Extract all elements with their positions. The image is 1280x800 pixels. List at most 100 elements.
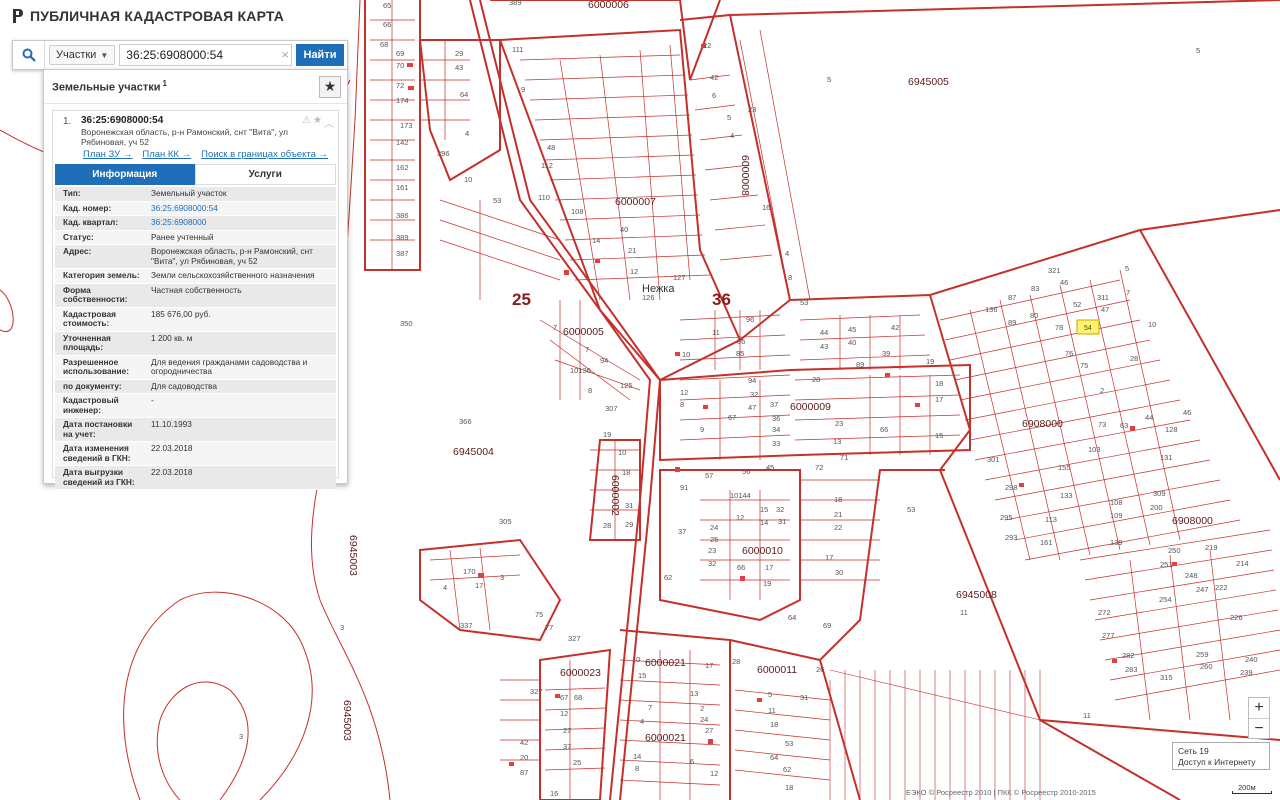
svg-text:282: 282 <box>1122 651 1135 660</box>
info-table: Тип: Земельный участок Кад. номер: 36:25… <box>55 187 336 490</box>
svg-text:7: 7 <box>1126 288 1130 297</box>
svg-text:47: 47 <box>1101 305 1109 314</box>
clear-icon[interactable]: × <box>281 47 289 62</box>
card-icons: ⚠ ★ ︿ <box>302 115 334 130</box>
svg-text:10: 10 <box>632 655 640 664</box>
favorite-button[interactable]: ★ <box>319 75 341 98</box>
info-row-change-date: Дата изменения сведений в ГКН: 22.03.201… <box>55 442 336 466</box>
svg-text:113: 113 <box>1045 515 1057 524</box>
svg-text:67: 67 <box>560 693 568 702</box>
svg-text:161: 161 <box>396 183 409 192</box>
svg-text:272: 272 <box>1098 608 1111 617</box>
svg-text:87: 87 <box>1008 293 1016 302</box>
info-row-type: Тип: Земельный участок <box>55 187 336 202</box>
quarter-label: 6000008 <box>739 155 751 196</box>
svg-text:133: 133 <box>1060 491 1073 500</box>
svg-text:71: 71 <box>840 453 848 462</box>
svg-text:307: 307 <box>605 404 618 413</box>
svg-text:11: 11 <box>960 608 968 617</box>
svg-text:36: 36 <box>772 414 780 423</box>
svg-text:57: 57 <box>705 471 713 480</box>
svg-text:387: 387 <box>396 249 409 258</box>
svg-text:40: 40 <box>848 338 856 347</box>
quarter-label: 6000011 <box>757 664 797 676</box>
svg-text:139: 139 <box>1110 538 1123 547</box>
search-input[interactable] <box>119 44 292 66</box>
svg-text:173: 173 <box>400 121 413 130</box>
quarter-label: 6000009 <box>790 401 831 413</box>
quarter-label: 6000007 <box>615 196 656 208</box>
quarter-label: 6000023 <box>560 667 601 679</box>
tab-information[interactable]: Информация <box>55 164 195 185</box>
zoom-in-button[interactable]: + <box>1249 698 1269 718</box>
svg-text:42: 42 <box>891 323 899 332</box>
zoom-out-button[interactable]: − <box>1249 718 1269 738</box>
find-button[interactable]: Найти <box>296 44 344 66</box>
svg-text:142: 142 <box>396 138 409 147</box>
svg-text:53: 53 <box>800 298 808 307</box>
tab-services[interactable]: Услуги <box>194 164 336 185</box>
svg-text:131: 131 <box>1160 453 1173 462</box>
svg-text:239: 239 <box>1240 668 1253 677</box>
svg-text:389: 389 <box>396 233 409 242</box>
svg-text:350: 350 <box>400 319 413 328</box>
svg-text:46: 46 <box>1183 408 1191 417</box>
svg-text:28: 28 <box>812 375 820 384</box>
svg-text:8: 8 <box>788 273 792 282</box>
plan-zu-link[interactable]: План ЗУ → <box>83 149 132 160</box>
collapse-icon[interactable]: ︿ <box>324 115 334 130</box>
svg-text:83: 83 <box>1031 284 1039 293</box>
svg-text:327: 327 <box>530 687 543 696</box>
svg-text:19: 19 <box>926 357 934 366</box>
parcel-index: 1. <box>63 116 72 127</box>
svg-text:4: 4 <box>785 249 789 258</box>
svg-text:19: 19 <box>603 430 611 439</box>
svg-text:94: 94 <box>600 356 608 365</box>
svg-text:214: 214 <box>1236 559 1249 568</box>
info-row-registration-date: Дата постановки на учет: 11.10.1993 <box>55 418 336 442</box>
svg-text:4: 4 <box>640 717 644 726</box>
svg-text:259: 259 <box>1196 650 1209 659</box>
svg-text:103: 103 <box>1088 445 1101 454</box>
svg-text:12: 12 <box>736 513 744 522</box>
svg-text:75: 75 <box>535 610 543 619</box>
panel-title: Земельные участки 1 <box>52 79 167 94</box>
svg-text:42: 42 <box>710 73 718 82</box>
svg-text:24: 24 <box>710 523 718 532</box>
svg-text:337: 337 <box>460 621 473 630</box>
svg-text:127: 127 <box>673 273 686 282</box>
svg-text:52: 52 <box>1073 300 1081 309</box>
search-type-dropdown[interactable]: Участки ▼ <box>49 45 116 65</box>
svg-text:91: 91 <box>680 483 688 492</box>
cad-quarter-link[interactable]: 36:25:6908000 <box>147 216 336 230</box>
svg-text:67: 67 <box>728 413 736 422</box>
svg-text:10144: 10144 <box>730 491 751 500</box>
svg-text:21: 21 <box>834 510 842 519</box>
cad-number-link[interactable]: 36:25:6908000:54 <box>147 202 336 216</box>
warning-icon[interactable]: ⚠ <box>302 115 311 130</box>
svg-text:6: 6 <box>690 757 694 766</box>
svg-text:13: 13 <box>690 689 698 698</box>
quarter-label: 6908000 <box>1022 418 1063 430</box>
panel-header: Земельные участки 1 ★ <box>44 70 347 104</box>
svg-text:136: 136 <box>985 305 998 314</box>
svg-text:5: 5 <box>1125 264 1129 273</box>
search-icon-button[interactable] <box>13 41 45 69</box>
svg-text:16: 16 <box>550 789 558 798</box>
svg-text:4: 4 <box>443 583 447 592</box>
svg-text:80: 80 <box>1030 311 1038 320</box>
svg-text:69: 69 <box>396 49 404 58</box>
star-outline-icon[interactable]: ★ <box>313 115 322 130</box>
svg-text:31: 31 <box>778 517 786 526</box>
parcel-card[interactable]: 1. 36:25:6908000:54 Воронежская область,… <box>52 110 339 490</box>
search-in-bounds-link[interactable]: Поиск в границах объекта → <box>201 149 328 160</box>
svg-text:21: 21 <box>628 246 636 255</box>
svg-text:293: 293 <box>1005 533 1018 542</box>
plan-kk-link[interactable]: План КК → <box>142 149 191 160</box>
svg-text:321: 321 <box>1048 266 1061 275</box>
svg-text:68: 68 <box>380 40 388 49</box>
svg-text:111: 111 <box>512 45 523 54</box>
quarter-label: 6000006 <box>588 0 629 11</box>
svg-text:248: 248 <box>1185 571 1198 580</box>
svg-text:170: 170 <box>463 567 476 576</box>
